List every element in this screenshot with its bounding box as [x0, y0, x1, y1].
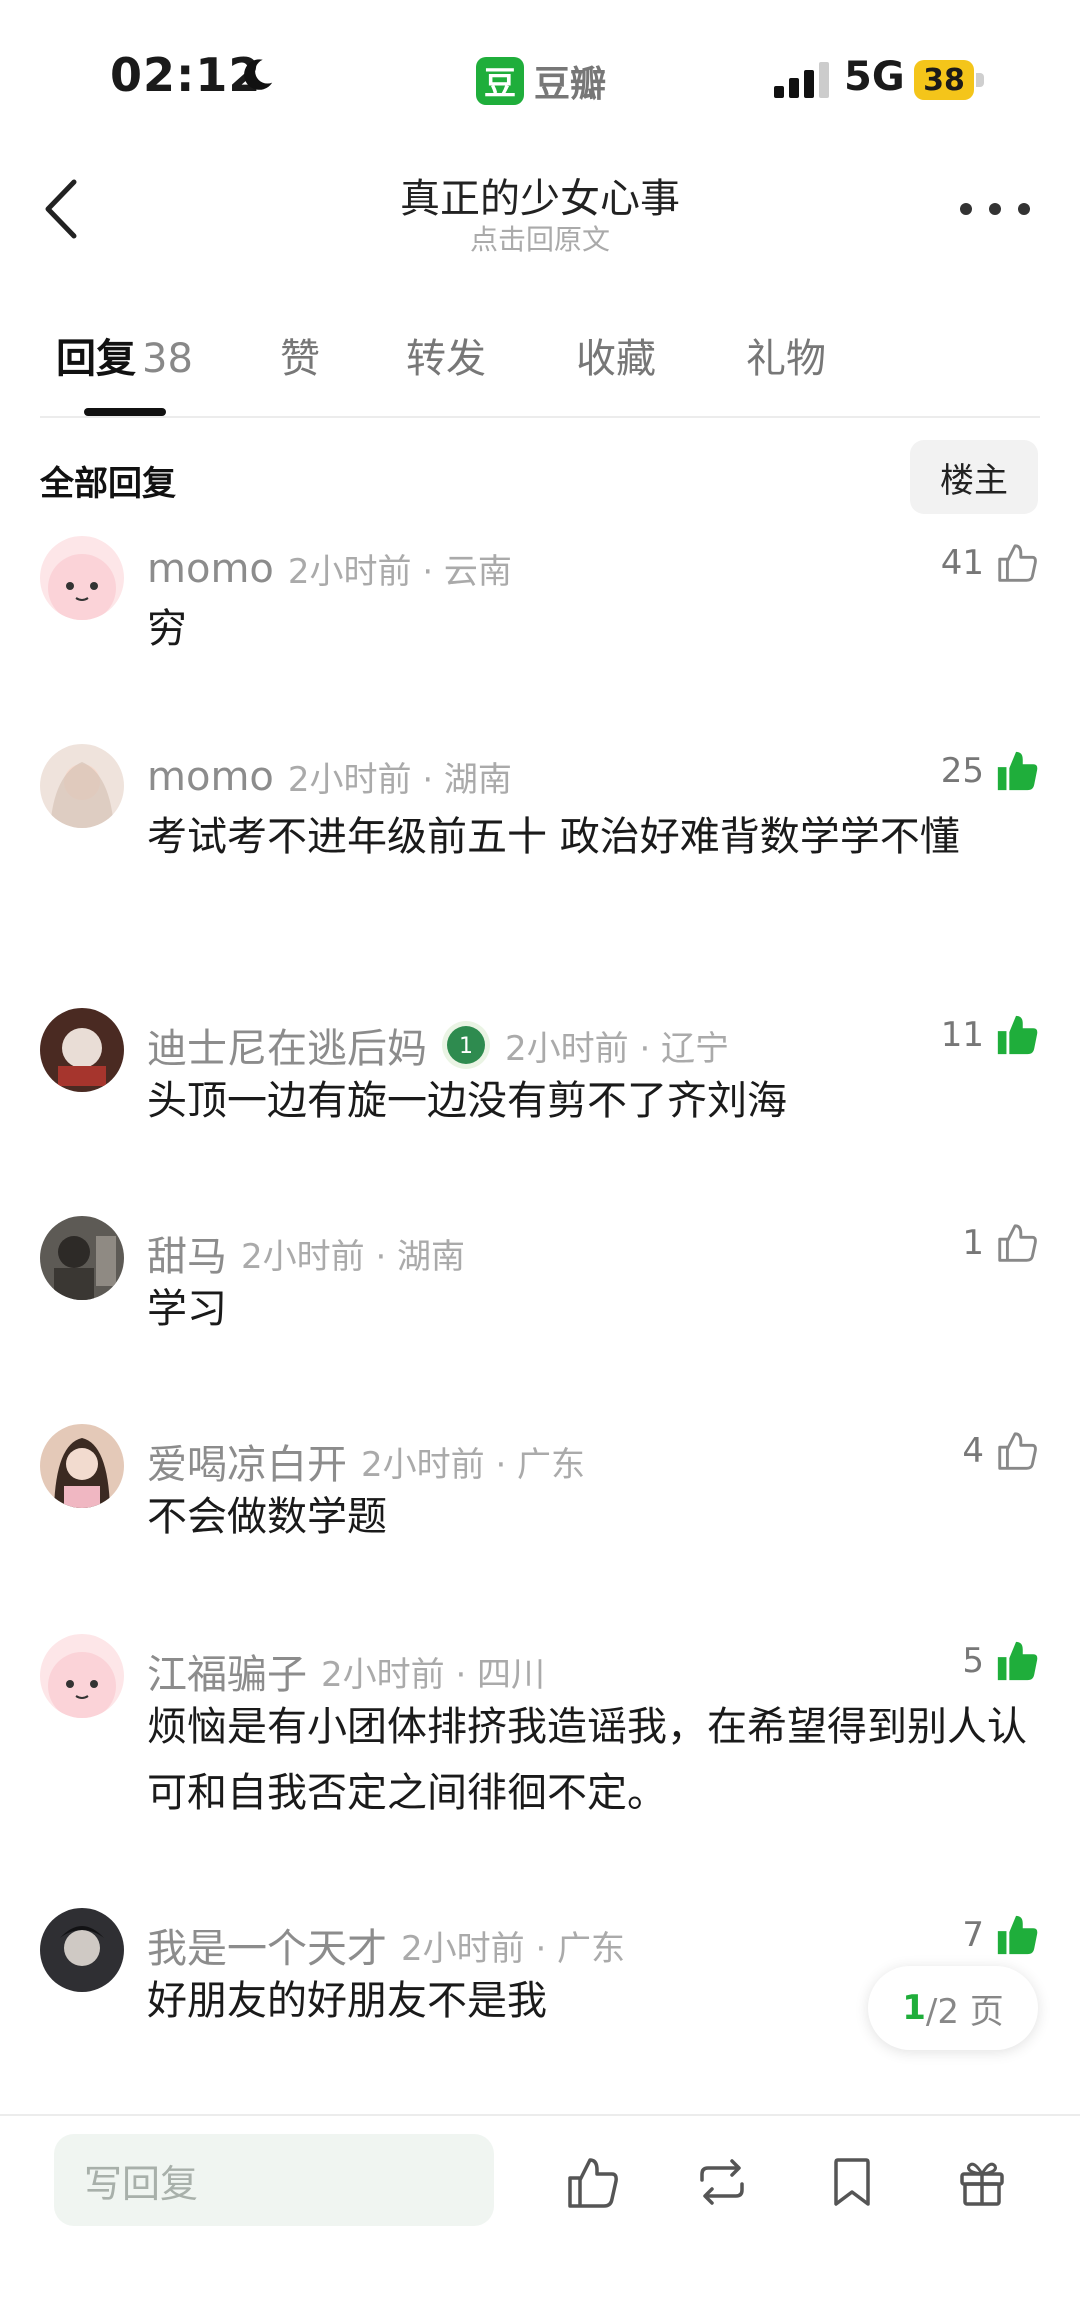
tab-replies[interactable]: 回复 38 — [56, 326, 193, 384]
comment-time-location: 2小时前 · 辽宁 — [505, 1028, 730, 1069]
comment-meta: 迪士尼在逃后妈 1 2小时前 · 辽宁 — [147, 1016, 729, 1074]
comment-time-location: 2小时前 · 云南 — [287, 552, 512, 592]
thumbs-up-outline-icon — [998, 1224, 1037, 1262]
avatar[interactable] — [40, 1634, 124, 1718]
comment-time-location: 2小时前 · 广东 — [401, 1928, 626, 1969]
comment-author[interactable]: 迪士尼在逃后妈 — [147, 1016, 427, 1074]
comment-meta: 我是一个天才 2小时前 · 广东 — [147, 1916, 625, 1974]
like-count: 7 — [962, 1915, 984, 1955]
signal-icon — [774, 62, 829, 98]
comment-text: 头顶一边有旋一边没有剪不了齐刘海 — [147, 1078, 787, 1124]
tab-replies-label: 回复 — [56, 336, 136, 382]
like-button[interactable]: 25 — [941, 748, 1040, 794]
comment-text: 不会做数学题 — [147, 1494, 387, 1540]
page-title: 真正的少女心事 — [400, 176, 680, 222]
level-badge-number: 1 — [459, 1034, 473, 1059]
comment-time-location: 2小时前 · 湖南 — [241, 1236, 466, 1277]
comment-author[interactable]: 甜马 — [147, 1224, 227, 1282]
thumbs-up-filled-icon — [997, 751, 1038, 791]
app-name: 豆瓣 — [534, 64, 607, 105]
thumbs-up-filled-icon — [997, 1915, 1038, 1955]
comment-time-location: 2小时前 · 湖南 — [287, 760, 512, 800]
reply-input[interactable]: 写回复 — [54, 2134, 494, 2226]
comment-author[interactable]: 爱喝凉白开 — [147, 1432, 347, 1490]
avatar[interactable] — [40, 1424, 124, 1508]
network-type: 5G — [844, 54, 905, 100]
like-count: 41 — [940, 543, 984, 583]
comment-meta: 爱喝凉白开 2小时前 · 广东 — [147, 1432, 585, 1490]
comment-text: 学习 — [147, 1286, 227, 1332]
avatar[interactable] — [40, 536, 124, 620]
like-count: 25 — [940, 751, 984, 791]
like-count: 1 — [962, 1223, 984, 1263]
gift-icon[interactable] — [952, 2152, 1012, 2212]
back-to-original-link[interactable]: 点击回原文 — [0, 218, 1080, 258]
comment-text: 考试考不进年级前五十 政治好难背数学学不懂 — [147, 814, 960, 860]
comment-text: 穷 — [147, 606, 187, 652]
avatar[interactable] — [40, 1008, 124, 1092]
comment-time-location: 2小时前 · 广东 — [361, 1444, 586, 1485]
comment-meta: 江福骗子 2小时前 · 四川 — [147, 1642, 545, 1700]
page-indicator[interactable]: 1/2 页 — [868, 1966, 1038, 2050]
tab-favorites[interactable]: 收藏 — [576, 326, 656, 384]
tab-gifts[interactable]: 礼物 — [746, 326, 826, 384]
comment-author[interactable]: momo — [147, 754, 274, 800]
like-count: 4 — [962, 1431, 984, 1471]
repost-icon[interactable] — [692, 2152, 752, 2212]
like-button[interactable]: 41 — [941, 540, 1040, 586]
tab-bar: 回复 38 赞 转发 收藏 礼物 — [40, 326, 1040, 406]
thumbs-up-filled-icon — [997, 1641, 1038, 1681]
battery-level: 38 — [914, 60, 974, 100]
comment-text: 烦恼是有小团体排挤我造谣我，在希望得到别人认可和自我否定之间徘徊不定。 — [147, 1704, 1027, 1816]
app-indicator: 豆 豆瓣 — [476, 56, 606, 106]
avatar[interactable] — [40, 1908, 124, 1992]
comment-meta: momo 2小时前 · 湖南 — [147, 752, 512, 801]
tab-reposts[interactable]: 转发 — [406, 326, 486, 384]
comment-author[interactable]: momo — [147, 546, 274, 592]
section-label: 全部回复 — [40, 464, 176, 504]
battery-tip — [976, 73, 984, 87]
page-total: /2 页 — [925, 1991, 1004, 2032]
more-options-icon[interactable] — [960, 186, 1030, 232]
bookmark-icon[interactable] — [822, 2152, 882, 2212]
moon-icon — [244, 59, 273, 90]
like-button[interactable]: 1 — [962, 1220, 1040, 1266]
comment-time-location: 2小时前 · 四川 — [321, 1654, 546, 1695]
thumbs-up-filled-icon — [997, 1015, 1038, 1055]
comment-author[interactable]: 江福骗子 — [147, 1642, 307, 1700]
tab-likes[interactable]: 赞 — [280, 326, 320, 384]
divider — [0, 2114, 1080, 2116]
like-button[interactable]: 7 — [962, 1912, 1040, 1958]
divider — [40, 416, 1040, 418]
avatar[interactable] — [40, 1216, 124, 1300]
like-button[interactable]: 4 — [962, 1428, 1040, 1474]
page-current: 1 — [902, 1988, 926, 2028]
like-button[interactable]: 11 — [941, 1012, 1040, 1058]
status-bar: 02:12 豆 豆瓣 5G 38 — [0, 0, 1080, 150]
like-post-icon[interactable] — [562, 2152, 622, 2212]
avatar[interactable] — [40, 744, 124, 828]
battery-icon: 38 — [914, 60, 986, 100]
comment-meta: 甜马 2小时前 · 湖南 — [147, 1224, 465, 1282]
active-tab-indicator — [84, 408, 166, 416]
like-button[interactable]: 5 — [962, 1638, 1040, 1684]
comment-author[interactable]: 我是一个天才 — [147, 1916, 387, 1974]
comment-meta: momo 2小时前 · 云南 — [147, 544, 512, 593]
op-only-button[interactable]: 楼主 — [910, 440, 1038, 514]
thumbs-up-outline-icon — [998, 1432, 1037, 1470]
tab-replies-count: 38 — [142, 336, 193, 382]
level-badge-icon: 1 — [442, 1021, 490, 1069]
like-count: 11 — [940, 1015, 984, 1055]
like-count: 5 — [962, 1641, 984, 1681]
douban-logo-icon: 豆 — [476, 57, 524, 105]
thumbs-up-outline-icon — [998, 544, 1037, 582]
